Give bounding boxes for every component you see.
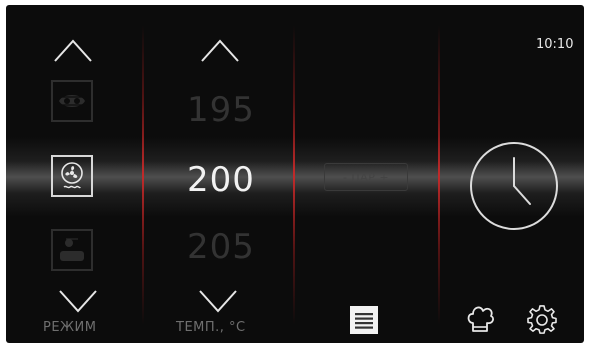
temperature-down-chevron-icon[interactable] (196, 287, 240, 317)
chef-hat-icon[interactable] (465, 304, 495, 340)
steam-adjust-button[interactable]: - ПАР + (324, 163, 408, 191)
clock-icon[interactable] (468, 140, 560, 232)
mode-up-chevron-icon[interactable] (51, 35, 95, 65)
column-divider (438, 25, 440, 325)
mode-column-label: РЕЖИМ (43, 320, 97, 335)
temperature-value-previous[interactable]: 195 (156, 90, 286, 130)
temperature-column-label: ТЕМП., °C (176, 320, 246, 335)
convection-icon[interactable] (51, 80, 93, 122)
clock-time: 10:10 (536, 37, 574, 52)
oven-control-screen: 10:10 РЕЖИМ 195 200 205 ТЕМП., °C - ПАР … (6, 5, 584, 343)
temperature-value-selected[interactable]: 200 (156, 160, 286, 200)
gear-icon[interactable] (527, 305, 557, 339)
mode-down-chevron-icon[interactable] (56, 287, 100, 317)
temperature-value-next[interactable]: 205 (156, 227, 286, 267)
column-divider (293, 25, 295, 325)
column-divider (142, 25, 144, 325)
steam-mode-icon[interactable] (51, 229, 93, 271)
fan-heat-icon[interactable] (51, 155, 93, 197)
list-icon[interactable] (349, 305, 379, 339)
temperature-up-chevron-icon[interactable] (198, 35, 242, 65)
